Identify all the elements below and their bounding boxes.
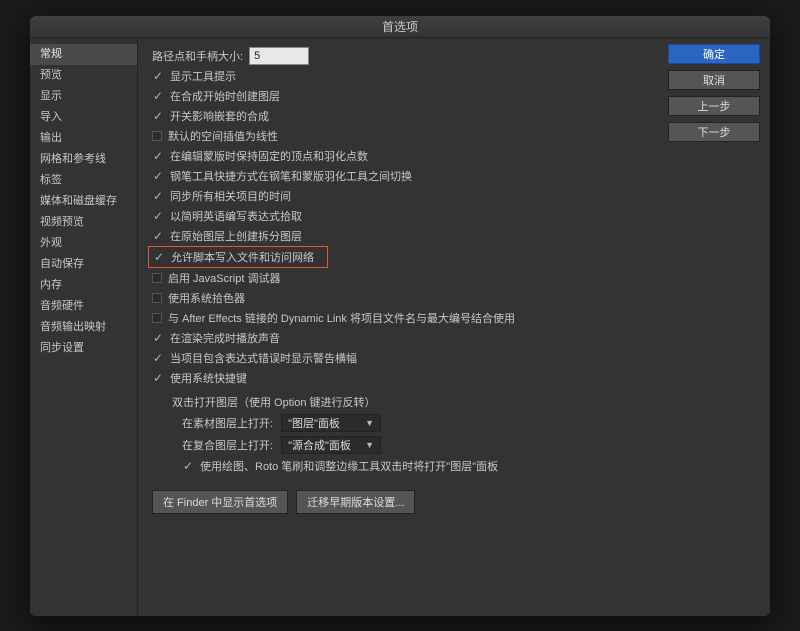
checkbox-option-1[interactable]: ✓ (152, 90, 164, 102)
footage-layer-row: 在素材图层上打开: "图层"面板 ▼ (182, 412, 654, 434)
window-body: 常规预览显示导入输出网格和参考线标签媒体和磁盘缓存视频预览外观自动保存内存音频硬… (30, 38, 770, 616)
path-point-label: 路径点和手柄大小: (152, 48, 243, 64)
option-row-12: 与 After Effects 链接的 Dynamic Link 将项目文件名与… (152, 308, 654, 328)
option-label-14: 当项目包含表达式错误时显示警告横幅 (170, 350, 357, 366)
option-row-5: ✓ 钢笔工具快捷方式在钢笔和蒙版羽化工具之间切换 (152, 166, 654, 186)
option-row-15: ✓ 使用系统快捷键 (152, 368, 654, 388)
checkbox-option-14[interactable]: ✓ (152, 352, 164, 364)
sidebar-item-6[interactable]: 标签 (30, 170, 137, 191)
window-title: 首选项 (382, 18, 418, 35)
sidebar-item-4[interactable]: 输出 (30, 128, 137, 149)
checkbox-option-4[interactable]: ✓ (152, 150, 164, 162)
option-label-3: 默认的空间插值为线性 (168, 128, 278, 144)
option-row-1: ✓ 在合成开始时创建图层 (152, 86, 654, 106)
option-label-15: 使用系统快捷键 (170, 370, 247, 386)
sidebar-item-0[interactable]: 常规 (30, 44, 137, 65)
option-label-8: 在原始图层上创建拆分图层 (170, 228, 302, 244)
sidebar-item-5[interactable]: 网格和参考线 (30, 149, 137, 170)
sidebar: 常规预览显示导入输出网格和参考线标签媒体和磁盘缓存视频预览外观自动保存内存音频硬… (30, 38, 138, 616)
checkbox-option-10[interactable] (152, 273, 162, 283)
option-row-2: ✓ 开关影响嵌套的合成 (152, 106, 654, 126)
checkbox-option-15[interactable]: ✓ (152, 372, 164, 384)
option-label-13: 在渲染完成时播放声音 (170, 330, 280, 346)
reveal-in-finder-button[interactable]: 在 Finder 中显示首选项 (152, 490, 288, 514)
chevron-down-icon: ▼ (365, 418, 374, 428)
option-label-10: 启用 JavaScript 调试器 (168, 270, 280, 286)
sidebar-item-11[interactable]: 内存 (30, 275, 137, 296)
option-label-12: 与 After Effects 链接的 Dynamic Link 将项目文件名与… (168, 310, 515, 326)
option-label-0: 显示工具提示 (170, 68, 236, 84)
checkbox-roto[interactable]: ✓ (182, 460, 194, 472)
sidebar-item-7[interactable]: 媒体和磁盘缓存 (30, 191, 137, 212)
right-buttons: 确定 取消 上一步 下一步 (658, 38, 770, 616)
bottom-buttons: 在 Finder 中显示首选项 迁移早期版本设置... (152, 490, 654, 514)
path-point-input[interactable]: 5 (249, 47, 309, 65)
option-label-6: 同步所有相关项目的时间 (170, 188, 291, 204)
option-row-7: ✓ 以简明英语编写表达式拾取 (152, 206, 654, 226)
sidebar-item-14[interactable]: 同步设置 (30, 338, 137, 359)
option-label-2: 开关影响嵌套的合成 (170, 108, 269, 124)
checkbox-option-0[interactable]: ✓ (152, 70, 164, 82)
option-label-11: 使用系统拾色器 (168, 290, 245, 306)
ok-button[interactable]: 确定 (668, 44, 760, 64)
checkbox-option-9[interactable]: ✓ (153, 251, 165, 263)
sidebar-item-10[interactable]: 自动保存 (30, 254, 137, 275)
option-label-5: 钢笔工具快捷方式在钢笔和蒙版羽化工具之间切换 (170, 168, 412, 184)
double-click-block: 在素材图层上打开: "图层"面板 ▼ 在复合图层上打开: "源合成"面板 ▼ ✓… (152, 412, 654, 476)
next-button[interactable]: 下一步 (668, 122, 760, 142)
option-row-8: ✓ 在原始图层上创建拆分图层 (152, 226, 654, 246)
comp-layer-dropdown[interactable]: "源合成"面板 ▼ (281, 436, 381, 454)
sidebar-item-12[interactable]: 音频硬件 (30, 296, 137, 317)
option-row-9: ✓ 允许脚本写入文件和访问网络 (148, 246, 328, 268)
checkbox-option-7[interactable]: ✓ (152, 210, 164, 222)
main-panel: 路径点和手柄大小: 5 ✓ 显示工具提示 ✓ 在合成开始时创建图层 ✓ 开关影响嵌套的合成… (138, 38, 658, 616)
checkbox-option-6[interactable]: ✓ (152, 190, 164, 202)
option-row-10: 启用 JavaScript 调试器 (152, 268, 654, 288)
footage-layer-value: "图层"面板 (288, 415, 340, 431)
option-label-1: 在合成开始时创建图层 (170, 88, 280, 104)
checkbox-option-5[interactable]: ✓ (152, 170, 164, 182)
option-label-7: 以简明英语编写表达式拾取 (170, 208, 302, 224)
comp-layer-value: "源合成"面板 (288, 437, 351, 453)
footage-layer-dropdown[interactable]: "图层"面板 ▼ (281, 414, 381, 432)
sidebar-item-1[interactable]: 预览 (30, 65, 137, 86)
migrate-settings-button[interactable]: 迁移早期版本设置... (296, 490, 415, 514)
sidebar-item-8[interactable]: 视频预览 (30, 212, 137, 233)
options-list: ✓ 显示工具提示 ✓ 在合成开始时创建图层 ✓ 开关影响嵌套的合成默认的空间插值为线性 ✓ 在… (152, 66, 654, 388)
option-row-6: ✓ 同步所有相关项目的时间 (152, 186, 654, 206)
checkbox-option-2[interactable]: ✓ (152, 110, 164, 122)
sidebar-item-3[interactable]: 导入 (30, 107, 137, 128)
checkbox-option-3[interactable] (152, 131, 162, 141)
comp-layer-label: 在复合图层上打开: (182, 437, 273, 453)
cancel-button[interactable]: 取消 (668, 70, 760, 90)
previous-button[interactable]: 上一步 (668, 96, 760, 116)
preferences-window: 首选项 常规预览显示导入输出网格和参考线标签媒体和磁盘缓存视频预览外观自动保存内… (30, 16, 770, 616)
window-titlebar: 首选项 (30, 16, 770, 38)
option-row-0: ✓ 显示工具提示 (152, 66, 654, 86)
path-point-row: 路径点和手柄大小: 5 (152, 46, 654, 66)
sidebar-item-9[interactable]: 外观 (30, 233, 137, 254)
option-row-4: ✓ 在编辑蒙版时保持固定的顶点和羽化点数 (152, 146, 654, 166)
sidebar-item-13[interactable]: 音频输出映射 (30, 317, 137, 338)
roto-label: 使用绘图、Roto 笔刷和调整边缘工具双击时将打开"图层"面板 (200, 458, 498, 474)
option-row-3: 默认的空间插值为线性 (152, 126, 654, 146)
double-click-header: 双击打开图层（使用 Option 键进行反转） (152, 394, 654, 410)
chevron-down-icon: ▼ (365, 440, 374, 450)
option-row-11: 使用系统拾色器 (152, 288, 654, 308)
footage-layer-label: 在素材图层上打开: (182, 415, 273, 431)
roto-row: ✓ 使用绘图、Roto 笔刷和调整边缘工具双击时将打开"图层"面板 (182, 456, 654, 476)
checkbox-option-11[interactable] (152, 293, 162, 303)
option-row-14: ✓ 当项目包含表达式错误时显示警告横幅 (152, 348, 654, 368)
sidebar-item-2[interactable]: 显示 (30, 86, 137, 107)
checkbox-option-8[interactable]: ✓ (152, 230, 164, 242)
option-label-9: 允许脚本写入文件和访问网络 (171, 249, 314, 265)
comp-layer-row: 在复合图层上打开: "源合成"面板 ▼ (182, 434, 654, 456)
checkbox-option-13[interactable]: ✓ (152, 332, 164, 344)
option-label-4: 在编辑蒙版时保持固定的顶点和羽化点数 (170, 148, 368, 164)
checkbox-option-12[interactable] (152, 313, 162, 323)
option-row-13: ✓ 在渲染完成时播放声音 (152, 328, 654, 348)
